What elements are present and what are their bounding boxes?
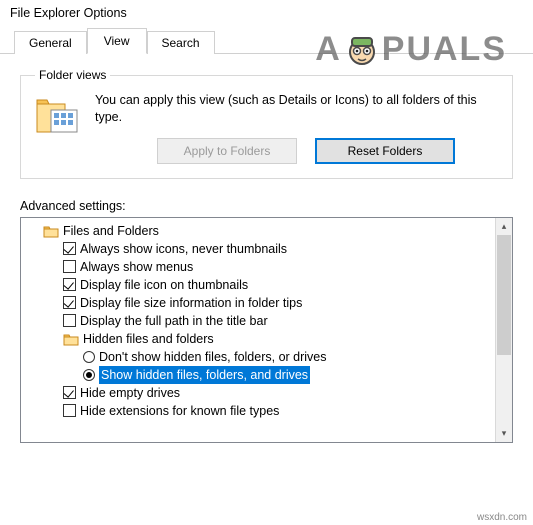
radio-icon[interactable] bbox=[83, 351, 95, 363]
tree-label: Always show icons, never thumbnails bbox=[80, 240, 287, 258]
checkbox-icon[interactable] bbox=[63, 260, 76, 273]
folder-views-legend: Folder views bbox=[35, 68, 110, 82]
tree-label: Hidden files and folders bbox=[83, 330, 214, 348]
tree-item-file-size-tips[interactable]: Display file size information in folder … bbox=[25, 294, 491, 312]
scroll-up-icon[interactable]: ▴ bbox=[496, 218, 512, 235]
folder-views-icon bbox=[35, 92, 81, 136]
tree-item-hide-extensions[interactable]: Hide extensions for known file types bbox=[25, 402, 491, 420]
tree-label: Display file icon on thumbnails bbox=[80, 276, 248, 294]
radio-icon[interactable] bbox=[83, 369, 95, 381]
scrollbar-vertical[interactable]: ▴ ▾ bbox=[495, 218, 512, 442]
checkbox-icon[interactable] bbox=[63, 296, 76, 309]
tab-view[interactable]: View bbox=[87, 28, 147, 54]
tree-radio-show-hidden[interactable]: Show hidden files, folders, and drives bbox=[25, 366, 491, 384]
scrollbar-thumb[interactable] bbox=[497, 235, 511, 355]
tree-item-full-path-title[interactable]: Display the full path in the title bar bbox=[25, 312, 491, 330]
apply-to-folders-button: Apply to Folders bbox=[157, 138, 297, 164]
tree-group-hidden-files[interactable]: Hidden files and folders bbox=[25, 330, 491, 348]
tree-label: Always show menus bbox=[80, 258, 193, 276]
checkbox-icon[interactable] bbox=[63, 242, 76, 255]
tab-general[interactable]: General bbox=[14, 31, 87, 54]
checkbox-icon[interactable] bbox=[63, 278, 76, 291]
tree-label: Display file size information in folder … bbox=[80, 294, 302, 312]
checkbox-icon[interactable] bbox=[63, 386, 76, 399]
tree-label: Hide empty drives bbox=[80, 384, 180, 402]
tree-label: Files and Folders bbox=[63, 222, 159, 240]
scrollbar-track[interactable] bbox=[496, 235, 512, 425]
tree-label: Display the full path in the title bar bbox=[80, 312, 268, 330]
tree-label: Don't show hidden files, folders, or dri… bbox=[99, 348, 327, 366]
tab-content-view: Folder views You can apply this view (su… bbox=[0, 54, 533, 443]
tree-item-always-menus[interactable]: Always show menus bbox=[25, 258, 491, 276]
advanced-settings-label: Advanced settings: bbox=[20, 199, 513, 213]
tree-item-file-icon-thumb[interactable]: Display file icon on thumbnails bbox=[25, 276, 491, 294]
tree-label: Hide extensions for known file types bbox=[80, 402, 279, 420]
folder-icon bbox=[63, 332, 79, 346]
window-title: File Explorer Options bbox=[0, 0, 533, 28]
tab-strip: General View Search bbox=[0, 28, 533, 54]
advanced-settings-box: Files and Folders Always show icons, nev… bbox=[20, 217, 513, 443]
advanced-settings-tree[interactable]: Files and Folders Always show icons, nev… bbox=[21, 218, 495, 442]
checkbox-icon[interactable] bbox=[63, 404, 76, 417]
tree-group-files-folders[interactable]: Files and Folders bbox=[25, 222, 491, 240]
tree-item-always-icons[interactable]: Always show icons, never thumbnails bbox=[25, 240, 491, 258]
tree-item-hide-empty-drives[interactable]: Hide empty drives bbox=[25, 384, 491, 402]
reset-folders-button[interactable]: Reset Folders bbox=[315, 138, 455, 164]
tree-label: Show hidden files, folders, and drives bbox=[99, 366, 310, 384]
scroll-down-icon[interactable]: ▾ bbox=[496, 425, 512, 442]
source-note: wsxdn.com bbox=[477, 512, 527, 523]
folder-views-text: You can apply this view (such as Details… bbox=[95, 90, 498, 126]
checkbox-icon[interactable] bbox=[63, 314, 76, 327]
folder-views-group: Folder views You can apply this view (su… bbox=[20, 68, 513, 179]
tab-search[interactable]: Search bbox=[147, 31, 215, 54]
folder-icon bbox=[43, 224, 59, 238]
tree-radio-dont-show-hidden[interactable]: Don't show hidden files, folders, or dri… bbox=[25, 348, 491, 366]
